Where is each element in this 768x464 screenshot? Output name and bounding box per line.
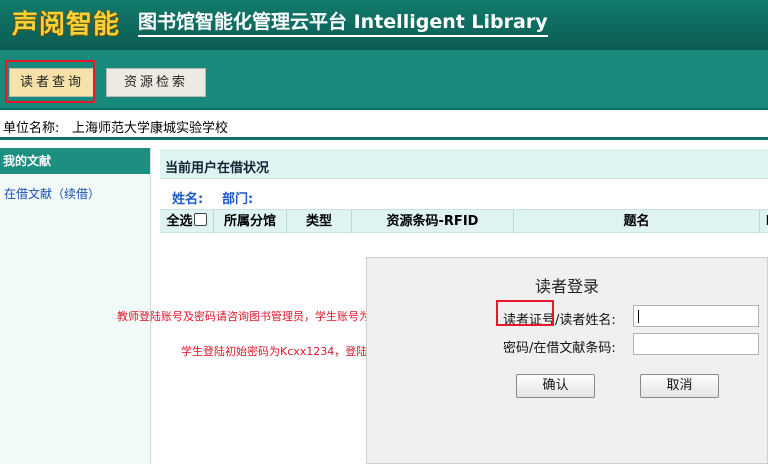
tab-bar: 读者查询 资源检索: [0, 50, 768, 108]
department-label: 部门:: [222, 192, 254, 207]
column-select-all: 全选: [160, 210, 214, 233]
reader-login-panel: 读者登录 读者证号/读者姓名: 密码/在借文献条码: 确认 取消: [366, 257, 768, 464]
section-title: 当前用户在借状况: [165, 161, 270, 176]
sidebar-heading: 我的文献: [0, 148, 150, 174]
text-caret: [638, 310, 639, 323]
unit-bar: 单位名称: 上海师范大学康城实验学校: [0, 108, 768, 140]
tab-reader-query[interactable]: 读者查询: [9, 68, 95, 97]
column-type: 类型: [287, 210, 352, 233]
select-all-checkbox[interactable]: [193, 213, 207, 226]
tab-resource-search[interactable]: 资源检索: [106, 68, 206, 97]
title-underline: [138, 35, 548, 37]
site-title: 图书馆智能化管理云平台 Intelligent Library: [138, 7, 548, 37]
column-branch: 所属分馆: [214, 210, 287, 233]
password-input[interactable]: [633, 333, 759, 355]
table-header: 全选 所属分馆 类型 资源条码-RFID 题名 I: [160, 209, 768, 233]
unit-label: 单位名称:: [3, 121, 60, 136]
column-barcode-rfid: 资源条码-RFID: [352, 210, 514, 233]
site-title-text: 图书馆智能化管理云平台 Intelligent Library: [138, 11, 548, 33]
login-title: 读者登录: [534, 277, 599, 296]
column-truncated: I: [760, 210, 768, 233]
select-all-label: 全选: [166, 214, 193, 229]
brand-logo: 声阅智能: [12, 10, 121, 40]
password-label: 密码/在借文献条码:: [503, 341, 616, 356]
column-title: 题名: [514, 210, 760, 233]
confirm-button[interactable]: 确认: [516, 374, 595, 398]
reader-id-input[interactable]: [633, 305, 759, 327]
name-label: 姓名:: [172, 192, 204, 207]
top-header: 声阅智能 图书馆智能化管理云平台 Intelligent Library: [0, 0, 768, 50]
section-header: 当前用户在借状况: [160, 149, 768, 179]
reader-id-label: 读者证号/读者姓名:: [503, 313, 616, 328]
sidebar: 我的文献 在借文献（续借）: [0, 148, 151, 464]
sidebar-item-borrowed[interactable]: 在借文献（续借）: [4, 185, 100, 202]
cancel-button[interactable]: 取消: [640, 374, 719, 398]
unit-name: 上海师范大学康城实验学校: [72, 121, 229, 136]
